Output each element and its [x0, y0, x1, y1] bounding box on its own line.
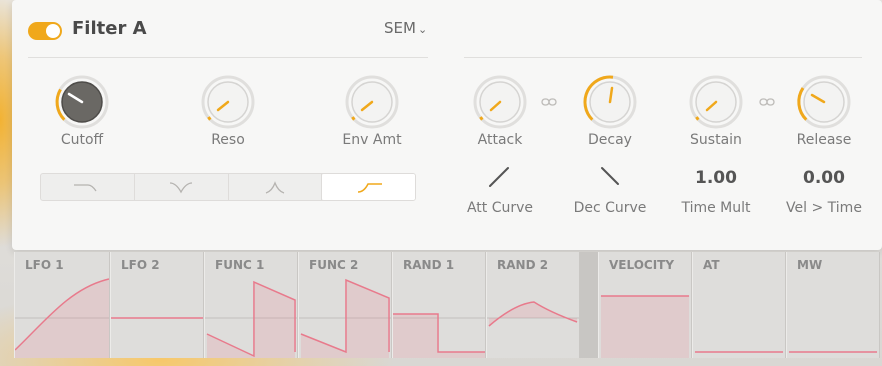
high-pass-shape-button[interactable] — [322, 174, 415, 200]
env-amt-knob[interactable] — [342, 72, 402, 132]
mod-label: VELOCITY — [609, 258, 675, 272]
cutoff-knob[interactable] — [52, 72, 112, 132]
low-pass-shape-button[interactable] — [41, 174, 135, 200]
toggle-knob — [46, 24, 60, 38]
release-label: Release — [796, 132, 852, 148]
mod-label: LFO 1 — [25, 258, 64, 272]
mod-source-func2[interactable]: FUNC 2 — [298, 252, 392, 358]
band-pass-shape-icon — [265, 181, 285, 194]
divider — [28, 57, 428, 58]
mod-divider — [580, 252, 598, 358]
release-knob[interactable] — [794, 72, 854, 132]
mod-source-rand2[interactable]: RAND 2 — [486, 252, 580, 358]
cutoff-label: Cutoff — [60, 132, 104, 148]
modulation-strip: LFO 1 LFO 2 FUNC 1 FUNC 2 RAND 1 RAND 2 … — [14, 252, 880, 360]
mod-label: FUNC 1 — [215, 258, 265, 272]
mod-label: FUNC 2 — [309, 258, 359, 272]
band-pass-shape-button[interactable] — [229, 174, 323, 200]
mod-source-rand1[interactable]: RAND 1 — [392, 252, 486, 358]
low-pass-shape-icon — [74, 184, 97, 192]
chevron-down-icon: ⌄ — [417, 23, 428, 36]
filter-panel: Filter A SEM ⌄ Cutoff Reso Env Amt Attac… — [12, 0, 882, 250]
time-mult-value[interactable]: 1.00 — [671, 168, 761, 188]
mod-label: RAND 2 — [497, 258, 549, 272]
mod-label: MW — [797, 258, 823, 272]
filter-type-dropdown[interactable]: SEM ⌄ — [384, 19, 427, 37]
attack-knob[interactable] — [470, 72, 530, 132]
filter-enable-toggle[interactable] — [28, 22, 62, 40]
sustain-label: Sustain — [690, 132, 742, 148]
sustain-knob[interactable] — [686, 72, 746, 132]
mod-source-lfo2[interactable]: LFO 2 — [110, 252, 204, 358]
link-icon[interactable] — [541, 97, 557, 107]
mod-label: RAND 1 — [403, 258, 455, 272]
dec-curve-control[interactable] — [596, 162, 626, 192]
filter-title: Filter A — [72, 18, 147, 39]
notch-shape-icon — [170, 182, 193, 194]
high-pass-shape-icon — [357, 183, 382, 193]
filter-shape-selector — [40, 173, 416, 201]
mod-label: LFO 2 — [121, 258, 160, 272]
mod-label: AT — [703, 258, 720, 272]
reso-label: Reso — [211, 132, 245, 148]
env-amt-label: Env Amt — [342, 132, 402, 148]
att-curve-label: Att Curve — [466, 200, 534, 216]
decay-knob[interactable] — [580, 72, 640, 132]
time-mult-label: Time Mult — [681, 200, 751, 216]
mod-source-velocity[interactable]: VELOCITY — [598, 252, 692, 358]
filter-type-value: SEM — [384, 19, 416, 37]
mod-source-lfo1[interactable]: LFO 1 — [14, 252, 110, 358]
dec-curve-label: Dec Curve — [573, 200, 647, 216]
decay-label: Decay — [588, 132, 632, 148]
mod-source-func1[interactable]: FUNC 1 — [204, 252, 298, 358]
divider — [464, 57, 862, 58]
mod-source-mw[interactable]: MW — [786, 252, 880, 358]
reso-knob[interactable] — [198, 72, 258, 132]
notch-shape-button[interactable] — [135, 174, 229, 200]
attack-label: Attack — [477, 132, 523, 148]
vel-time-label: Vel > Time — [786, 200, 862, 216]
att-curve-control[interactable] — [486, 162, 516, 192]
vel-time-value[interactable]: 0.00 — [779, 168, 869, 188]
mod-source-at[interactable]: AT — [692, 252, 786, 358]
link-icon[interactable] — [759, 97, 775, 107]
